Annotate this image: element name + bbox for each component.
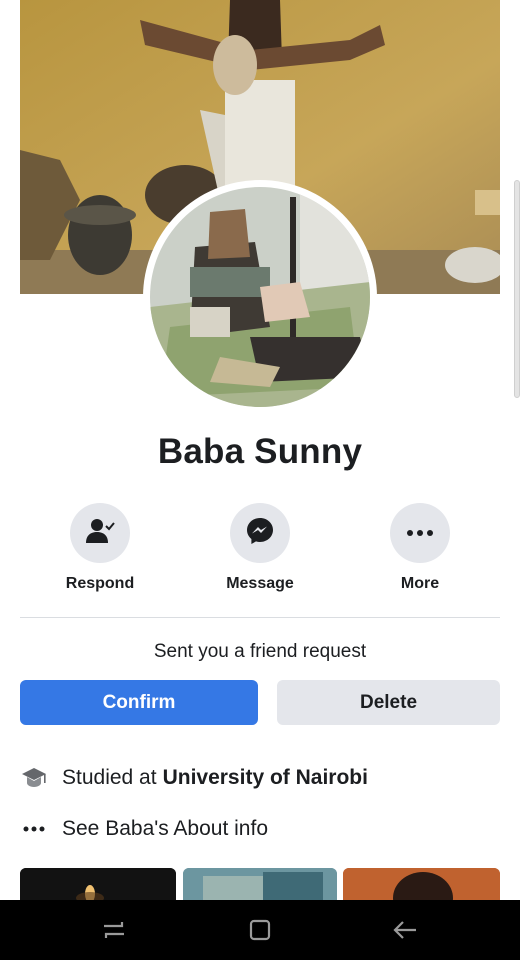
more-dots-icon [406, 524, 434, 542]
ellipsis-icon [20, 815, 48, 843]
photo-thumbnail[interactable] [183, 868, 337, 900]
more-button[interactable] [390, 503, 450, 563]
profile-name: Baba Sunny [157, 432, 363, 471]
message-button[interactable] [230, 503, 290, 563]
about-info-link[interactable]: See Baba's About info [62, 817, 268, 841]
school-link[interactable]: University of Nairobi [163, 766, 368, 790]
about-info-row[interactable]: See Baba's About info [20, 815, 268, 843]
profile-picture[interactable] [150, 187, 370, 407]
respond-button[interactable] [70, 503, 130, 563]
message-label: Message [226, 575, 294, 592]
respond-action[interactable]: Respond [40, 503, 160, 593]
confirm-button[interactable]: Confirm [20, 680, 258, 725]
photo-thumbnail[interactable] [343, 868, 500, 900]
graduation-cap-icon [20, 764, 48, 792]
recent-apps-icon[interactable] [97, 914, 131, 946]
more-action[interactable]: More [360, 503, 480, 593]
respond-label: Respond [65, 575, 135, 592]
education-row: Studied at University of Nairobi [20, 764, 368, 792]
respond-person-check-icon [84, 515, 116, 552]
friend-request-text: Sent you a friend request [153, 641, 367, 662]
more-label: More [400, 575, 440, 592]
studied-prefix: Studied at [62, 766, 157, 789]
divider [20, 617, 500, 618]
scrollbar[interactable] [514, 180, 520, 398]
message-action[interactable]: Message [200, 503, 320, 593]
back-arrow-icon[interactable] [388, 914, 422, 946]
photo-strip [20, 868, 500, 900]
android-navigation-bar [0, 900, 520, 960]
home-square-icon[interactable] [243, 914, 277, 946]
photo-thumbnail[interactable] [20, 868, 176, 900]
messenger-icon [245, 516, 275, 551]
delete-button[interactable]: Delete [277, 680, 500, 725]
